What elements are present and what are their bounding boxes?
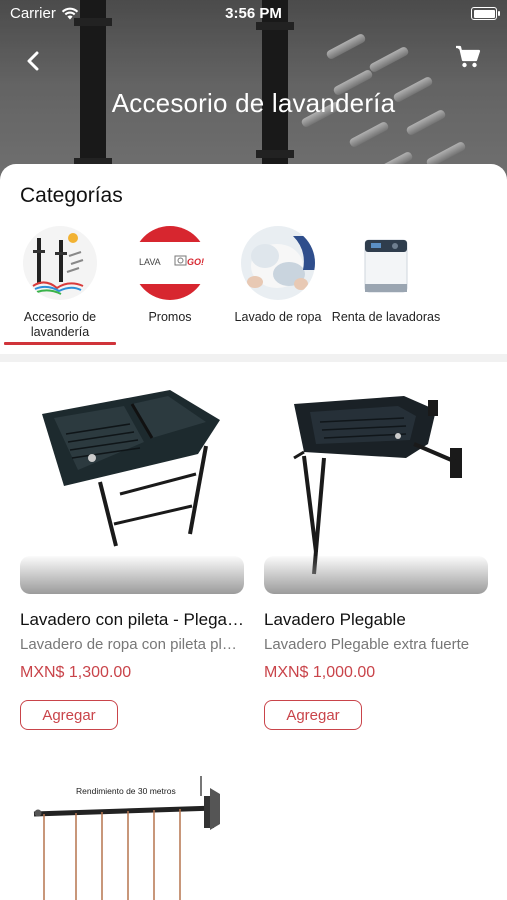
product-image[interactable]: Rendimiento de 30 metros — [20, 764, 244, 900]
page-title: Accesorio de lavandería — [111, 88, 396, 118]
content-sheet: Categorías Accesorio de lavandería LAVA … — [0, 164, 507, 900]
category-item-accesorio[interactable]: Accesorio de lavandería — [4, 222, 116, 348]
svg-text:LAVA: LAVA — [139, 257, 161, 267]
category-item-lavado[interactable]: Lavado de ropa — [222, 222, 334, 348]
back-button[interactable] — [18, 46, 48, 76]
product-card[interactable]: Lavadero Plegable Lavadero Plegable extr… — [264, 374, 488, 734]
category-thumbnail — [349, 226, 423, 300]
cart-button[interactable] — [455, 45, 485, 75]
categories-title: Categorías — [20, 184, 123, 207]
product-price: MXN$ 1,000.00 — [264, 664, 376, 681]
category-item-promos[interactable]: LAVA GO! Promos — [114, 222, 226, 348]
category-thumbnail — [241, 226, 315, 300]
category-list: Accesorio de lavandería LAVA GO! Promos — [0, 222, 507, 348]
category-label: Renta de lavadoras — [331, 310, 441, 324]
category-thumbnail — [23, 226, 97, 300]
category-label: Accesorio de lavandería — [23, 310, 97, 339]
product-description: Lavadero Plegable extra fuerte — [264, 636, 470, 653]
product-card[interactable]: Rendimiento de 30 metros — [20, 764, 244, 900]
clock: 3:56 PM — [225, 5, 282, 22]
section-divider — [0, 354, 507, 362]
add-to-cart-button[interactable]: Agregar — [264, 700, 362, 730]
product-image[interactable] — [20, 374, 244, 594]
category-thumbnail: LAVA GO! — [133, 226, 207, 300]
product-card[interactable]: Lavadero con pileta - Plegable Lavadero … — [20, 374, 244, 734]
category-item-renta[interactable]: Renta de lavadoras — [330, 222, 442, 348]
image-overlay — [20, 556, 244, 594]
cart-icon — [456, 45, 481, 68]
status-bar: Carrier 3:56 PM — [0, 0, 507, 28]
svg-text:Rendimiento de 30 metros: Rendimiento de 30 metros — [76, 786, 176, 796]
battery-icon — [471, 7, 500, 20]
selected-category-indicator — [4, 342, 116, 345]
product-description: Lavadero de ropa con pileta plegable — [20, 636, 244, 653]
category-label: Lavado de ropa — [234, 310, 322, 324]
svg-text:GO!: GO! — [187, 257, 204, 267]
product-name: Lavadero Plegable — [264, 610, 406, 629]
product-price: MXN$ 1,300.00 — [20, 664, 132, 681]
image-overlay — [264, 556, 488, 594]
add-to-cart-button[interactable]: Agregar — [20, 700, 118, 730]
product-image[interactable] — [264, 374, 488, 594]
category-label: Promos — [148, 310, 192, 324]
product-name: Lavadero con pileta - Plegable — [20, 610, 244, 629]
chevron-left-icon — [27, 51, 39, 71]
